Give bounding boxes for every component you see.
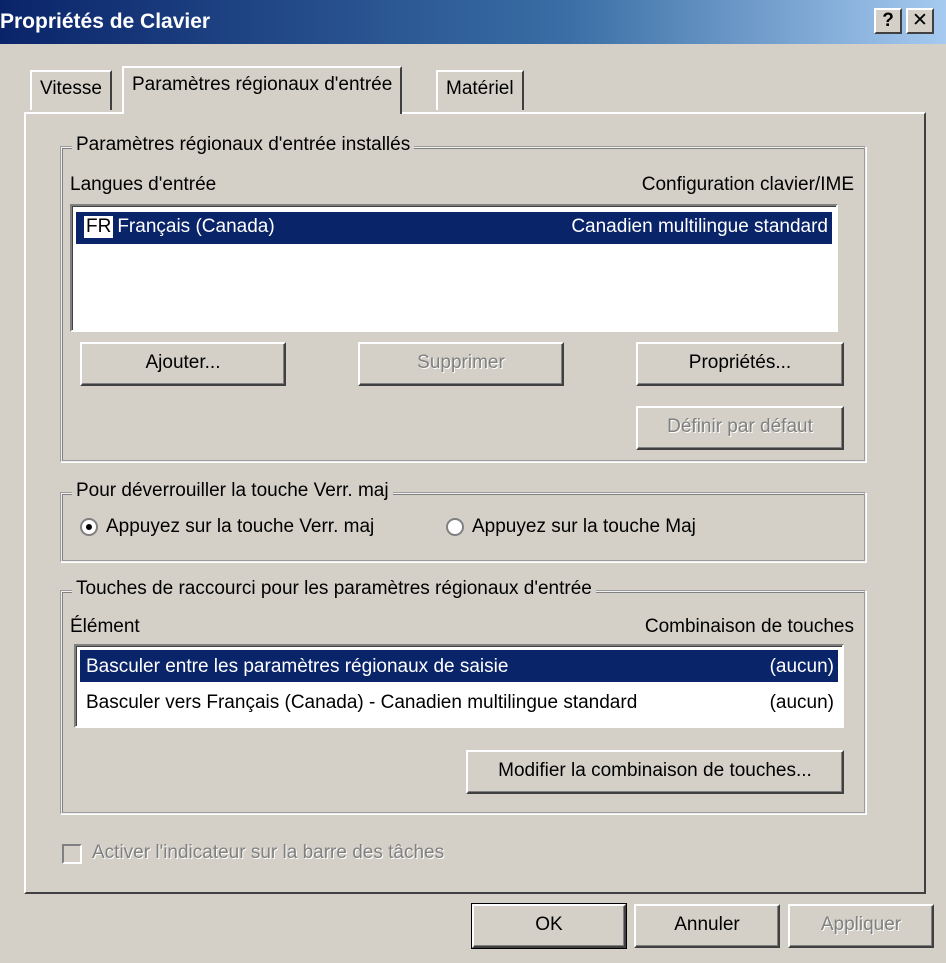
column-header-key-combination: Combinaison de touches [644, 616, 854, 637]
language-name: Français (Canada) [117, 216, 275, 237]
radio-capslock[interactable] [80, 518, 98, 536]
cancel-button[interactable]: Annuler [634, 904, 780, 948]
tab-materiel[interactable]: Matériel [436, 70, 524, 110]
tab-vitesse[interactable]: Vitesse [30, 70, 112, 110]
radio-shift[interactable] [446, 518, 464, 536]
capslock-group-label: Pour déverrouiller la touche Verr. maj [72, 480, 393, 502]
radio-capslock-label[interactable]: Appuyez sur la touche Verr. maj [106, 516, 374, 538]
hotkeys-list[interactable]: Basculer entre les paramètres régionaux … [74, 644, 844, 728]
add-button[interactable]: Ajouter... [80, 342, 286, 386]
hotkey-item: Basculer vers Français (Canada) - Canadi… [86, 692, 638, 713]
column-header-languages: Langues d'entrée [70, 174, 217, 195]
set-default-button[interactable]: Définir par défaut [636, 406, 844, 450]
table-row[interactable]: Basculer vers Français (Canada) - Canadi… [80, 686, 838, 718]
column-header-keyboard-config: Configuration clavier/IME [641, 174, 854, 195]
hotkeys-group: Touches de raccourci pour les paramètres… [60, 578, 866, 814]
radio-shift-label[interactable]: Appuyez sur la touche Maj [472, 516, 696, 538]
tab-parametres-regionaux[interactable]: Paramètres régionaux d'entrée [122, 66, 403, 114]
taskbar-indicator-label[interactable]: Activer l'indicateur sur la barre des tâ… [92, 842, 444, 864]
list-item[interactable]: FR Français (Canada) Canadien multilingue… [76, 212, 832, 244]
help-button[interactable]: ? [874, 8, 902, 34]
ok-button[interactable]: OK [471, 903, 627, 949]
tab-panel: Paramètres régionaux d'entrée installés … [24, 112, 926, 894]
close-icon: ✕ [912, 10, 928, 31]
hotkey-item: Basculer entre les paramètres régionaux … [86, 656, 509, 677]
column-header-item: Élément [70, 616, 140, 637]
title-bar: Propriétés de Clavier ? ✕ [0, 0, 946, 44]
radio-selected-dot [86, 524, 92, 530]
window-title: Propriétés de Clavier [0, 10, 211, 33]
hotkeys-group-label: Touches de raccourci pour les paramètres… [72, 578, 596, 600]
modify-key-combination-button[interactable]: Modifier la combinaison de touches... [466, 750, 844, 794]
installed-locales-list[interactable]: FR Français (Canada) Canadien multilingue… [70, 204, 838, 332]
hotkey-combination: (aucun) [769, 692, 834, 713]
close-button[interactable]: ✕ [906, 8, 934, 34]
taskbar-indicator-checkbox[interactable] [62, 844, 82, 864]
installed-locales-group: Paramètres régionaux d'entrée installés … [60, 134, 866, 462]
table-row[interactable]: Basculer entre les paramètres régionaux … [80, 650, 838, 682]
hotkey-combination: (aucun) [769, 656, 834, 677]
properties-button[interactable]: Propriétés... [636, 342, 844, 386]
language-badge: FR [84, 216, 114, 238]
apply-button[interactable]: Appliquer [788, 904, 934, 948]
remove-button[interactable]: Supprimer [358, 342, 564, 386]
capslock-group: Pour déverrouiller la touche Verr. maj A… [60, 480, 866, 562]
keyboard-config: Canadien multilingue standard [571, 216, 828, 237]
installed-locales-group-label: Paramètres régionaux d'entrée installés [72, 134, 415, 156]
